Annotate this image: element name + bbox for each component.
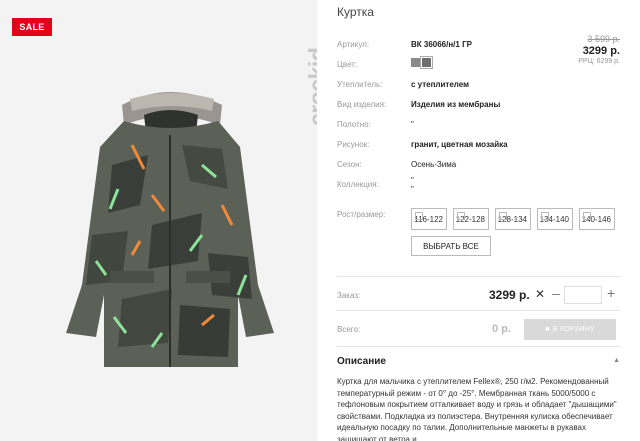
quantity-minus-button[interactable]: – [552, 285, 560, 301]
order-label: Заказ: [337, 291, 361, 300]
brand-logo-text: crockid [304, 47, 317, 126]
divider [337, 346, 620, 347]
select-all-button[interactable]: ВЫБРАТЬ ВСЕ [411, 236, 491, 256]
current-price: 3299 р. [582, 45, 620, 57]
spec-label-type: Вид изделия: [337, 100, 387, 109]
size-option[interactable]: 134-140 [537, 208, 573, 230]
size-checkbox[interactable] [541, 212, 549, 220]
divider [337, 310, 620, 311]
sale-badge: SALE [12, 18, 52, 36]
spec-label-fabric: Полотно: [337, 120, 371, 129]
spec-value-article: ВК 36066/н/1 ГР [411, 40, 472, 49]
size-checkbox[interactable] [457, 212, 465, 220]
caret-up-icon[interactable]: ▲ [613, 357, 620, 364]
product-title: Куртка [337, 5, 374, 19]
size-checkbox[interactable] [415, 212, 423, 220]
spec-label-insulation: Утеплитель: [337, 80, 383, 89]
total-price: 0 р. [492, 323, 511, 335]
description-text: Куртка для мальчика с утеплителем Fellex… [337, 377, 617, 441]
divider [337, 276, 620, 277]
spec-label-pattern: Рисунок: [337, 140, 370, 149]
spec-value-type: Изделия из мембраны [411, 100, 501, 109]
size-option[interactable]: 128-134 [495, 208, 531, 230]
spec-value-fabric: " [411, 120, 414, 129]
old-price: 3 599 р. [587, 34, 620, 44]
rrp-price: РРЦ: 6299 р. [578, 58, 620, 65]
spec-value-pattern: гранит, цветная мозайка [411, 140, 508, 149]
size-checkbox[interactable] [583, 212, 591, 220]
color-swatches [411, 56, 433, 70]
size-label: Рост/размер: [337, 210, 386, 219]
spec-value-collection: " [411, 176, 414, 185]
add-to-cart-label: В КОРЗИНУ [552, 326, 595, 333]
spec-label-season: Сезон: [337, 160, 362, 169]
product-photo[interactable]: SALE crockid [0, 0, 317, 441]
spec-value-insulation: с утеплителем [411, 80, 470, 89]
color-swatch-dark-grey[interactable] [420, 56, 433, 70]
quantity-plus-button[interactable]: + [607, 285, 615, 301]
jacket-image [66, 92, 274, 367]
size-option[interactable]: 122-128 [453, 208, 489, 230]
total-label: Всего: [337, 325, 361, 334]
spec-label-color: Цвет: [337, 60, 358, 69]
size-checkbox[interactable] [499, 212, 507, 220]
spec-value-season: Осень-Зима [411, 160, 457, 169]
spec-label-article: Артикул: [337, 40, 370, 49]
size-options: 116-122 122-128 128-134 134-140 140-146 [411, 208, 615, 230]
size-option[interactable]: 116-122 [411, 208, 447, 230]
spec-label-collection: Коллекция: [337, 180, 379, 189]
description-title[interactable]: Описание [337, 356, 386, 367]
cart-icon: ■ [545, 326, 550, 333]
color-swatch-grey[interactable] [411, 58, 420, 68]
spec-value-collection-2: " [411, 185, 414, 194]
add-to-cart-button[interactable]: ■ В КОРЗИНУ [524, 319, 616, 340]
clear-order-icon[interactable]: ✕ [535, 287, 545, 301]
order-price: 3299 р. [489, 288, 530, 302]
quantity-input[interactable] [564, 286, 602, 304]
size-option[interactable]: 140-146 [579, 208, 615, 230]
